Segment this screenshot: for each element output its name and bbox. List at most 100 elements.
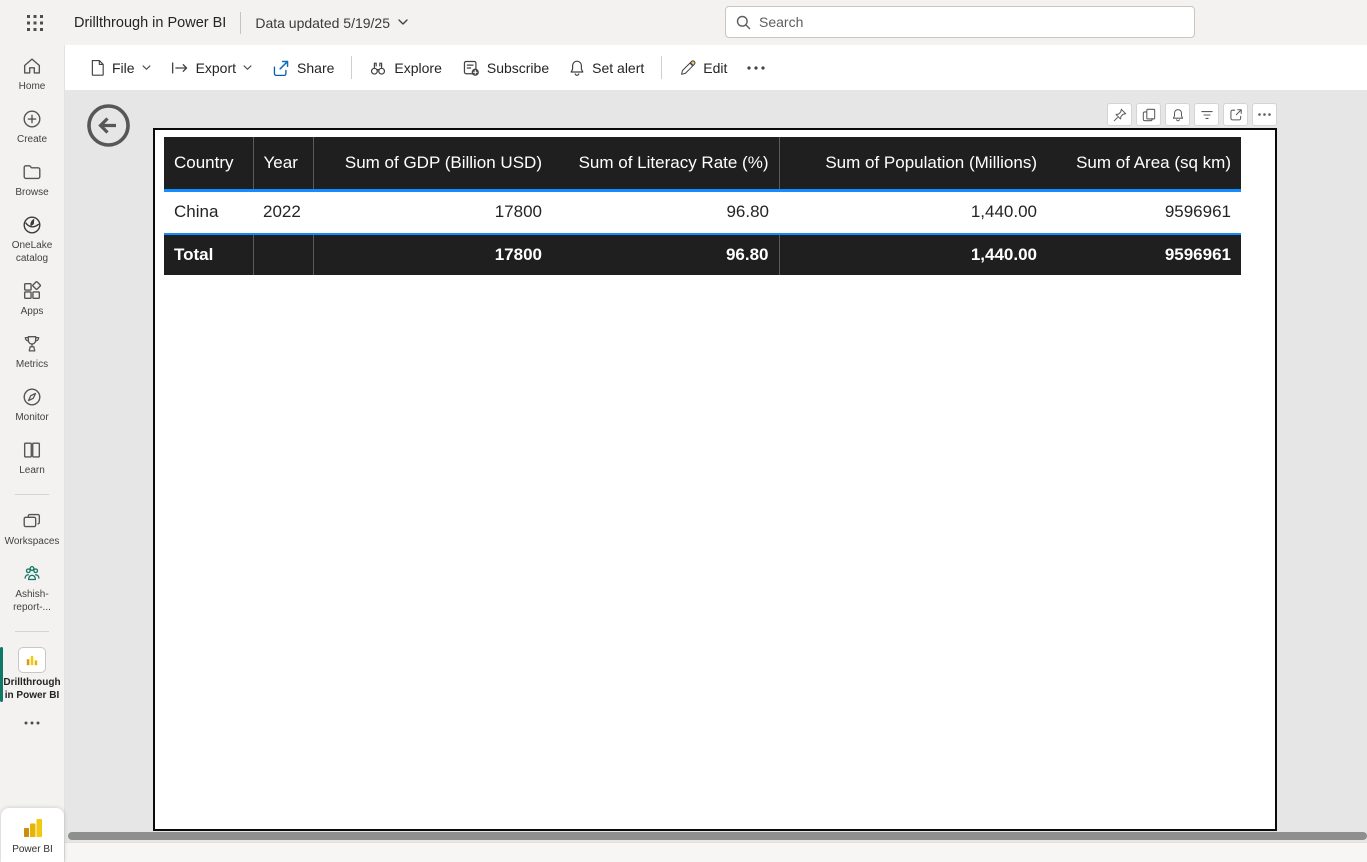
- chevron-down-icon: [243, 65, 252, 71]
- cell-literacy[interactable]: 96.80: [552, 190, 779, 234]
- sidebar-item-workspaces[interactable]: Workspaces: [0, 510, 65, 548]
- topbar-divider: [240, 12, 241, 34]
- sidebar-label: Workspaces: [3, 535, 61, 548]
- chevron-down-icon: [398, 19, 408, 26]
- share-button[interactable]: Share: [262, 51, 344, 85]
- sidebar-label: Create: [3, 133, 61, 146]
- edit-pencil-icon: [679, 59, 696, 76]
- column-header-country[interactable]: Country: [164, 137, 253, 190]
- report-title: Drillthrough in Power BI: [74, 15, 226, 31]
- subscribe-button[interactable]: Subscribe: [452, 51, 559, 85]
- cell-year[interactable]: 2022: [253, 190, 313, 234]
- cell-gdp[interactable]: 17800: [313, 190, 552, 234]
- share-label: Share: [297, 60, 334, 76]
- bell-icon: [569, 59, 585, 77]
- sidebar-item-apps[interactable]: Apps: [0, 280, 65, 318]
- power-bi-app: Drillthrough in Power BI Data updated 5/…: [0, 0, 1367, 862]
- sidebar-item-drillthrough-report[interactable]: Drillthrough in Power BI: [0, 647, 65, 702]
- cell-area[interactable]: 9596961: [1047, 190, 1241, 234]
- cell-country[interactable]: China: [164, 190, 253, 234]
- edit-label: Edit: [703, 60, 727, 76]
- app-launcher-icon[interactable]: [24, 12, 46, 34]
- toolbar-more-button[interactable]: [737, 51, 775, 85]
- sidebar-item-home[interactable]: Home: [0, 55, 65, 93]
- home-icon: [21, 55, 43, 77]
- total-gdp: 17800: [313, 234, 552, 275]
- export-label: Export: [196, 60, 236, 76]
- focus-mode-button[interactable]: [1223, 103, 1248, 126]
- table-row[interactable]: China 2022 17800 96.80 1,440.00 9596961: [164, 190, 1241, 234]
- sidebar-item-onelake-catalog[interactable]: OneLake catalog: [0, 214, 65, 265]
- column-header-year[interactable]: Year: [253, 137, 313, 190]
- data-updated-dropdown[interactable]: Data updated 5/19/25: [255, 15, 408, 31]
- toolbar-divider: [661, 56, 662, 79]
- sidebar-more-button[interactable]: [24, 721, 40, 725]
- bottom-strip: [65, 842, 1367, 862]
- subscribe-label: Subscribe: [487, 60, 549, 76]
- trophy-icon: [21, 333, 43, 355]
- horizontal-scrollbar[interactable]: [68, 832, 1367, 840]
- copy-icon: [1142, 108, 1156, 122]
- file-icon: [89, 59, 105, 76]
- file-menu-button[interactable]: File: [79, 51, 161, 85]
- alert-visual-button[interactable]: [1165, 103, 1190, 126]
- copy-visual-button[interactable]: [1136, 103, 1161, 126]
- toolbar-divider: [351, 56, 352, 79]
- report-area: Country Year Sum of GDP (Billion USD) Su…: [65, 90, 1367, 862]
- sidebar-label: OneLake catalog: [3, 239, 61, 265]
- report-canvas: Country Year Sum of GDP (Billion USD) Su…: [153, 128, 1277, 831]
- filter-visual-button[interactable]: [1194, 103, 1219, 126]
- sidebar-item-browse[interactable]: Browse: [0, 161, 65, 199]
- data-updated-label: Data updated 5/19/25: [255, 15, 390, 31]
- export-menu-button[interactable]: Export: [161, 51, 262, 85]
- sidebar-divider: [15, 494, 49, 495]
- top-bar: Drillthrough in Power BI Data updated 5/…: [0, 0, 1367, 45]
- export-icon: [171, 61, 189, 75]
- back-button[interactable]: [85, 102, 132, 149]
- sidebar-label: Home: [3, 80, 61, 93]
- explore-button[interactable]: Explore: [359, 51, 451, 85]
- sidebar-item-monitor[interactable]: Monitor: [0, 386, 65, 424]
- more-icon: [747, 66, 765, 70]
- chevron-down-icon: [142, 65, 151, 71]
- filter-icon: [1200, 109, 1214, 121]
- pin-visual-button[interactable]: [1107, 103, 1132, 126]
- sidebar-item-ashish-report[interactable]: Ashish-report-...: [0, 563, 65, 614]
- edit-button[interactable]: Edit: [669, 51, 737, 85]
- sidebar-divider: [15, 631, 49, 632]
- back-arrow-icon: [85, 102, 132, 149]
- set-alert-label: Set alert: [592, 60, 644, 76]
- sidebar-item-metrics[interactable]: Metrics: [0, 333, 65, 371]
- bar-chart-icon: [24, 652, 40, 668]
- report-toolbar: File Export Share Explore Subscribe Set …: [65, 45, 1367, 90]
- cell-population[interactable]: 1,440.00: [779, 190, 1047, 234]
- book-icon: [21, 439, 43, 461]
- column-header-literacy[interactable]: Sum of Literacy Rate (%): [552, 137, 779, 190]
- sidebar-label: Monitor: [3, 411, 61, 424]
- sidebar-item-create[interactable]: Create: [0, 108, 65, 146]
- visual-more-options-button[interactable]: [1252, 103, 1277, 126]
- sidebar-label: Browse: [3, 186, 61, 199]
- data-table[interactable]: Country Year Sum of GDP (Billion USD) Su…: [164, 137, 1241, 275]
- report-icon-box: [18, 647, 46, 673]
- column-header-gdp[interactable]: Sum of GDP (Billion USD): [313, 137, 552, 190]
- search-box[interactable]: [725, 6, 1195, 38]
- compass-icon: [21, 386, 43, 408]
- power-bi-label: Power BI: [12, 844, 53, 855]
- left-nav-sidebar: Home Create Browse OneLake catalog Apps …: [0, 45, 65, 862]
- column-header-population[interactable]: Sum of Population (Millions): [779, 137, 1047, 190]
- total-year: [253, 234, 313, 275]
- visual-hover-toolbar: [1107, 103, 1277, 126]
- sidebar-label: Learn: [3, 464, 61, 477]
- sidebar-label: Drillthrough in Power BI: [3, 676, 61, 702]
- column-header-area[interactable]: Sum of Area (sq km): [1047, 137, 1241, 190]
- search-input[interactable]: [759, 14, 1184, 30]
- explore-label: Explore: [394, 60, 441, 76]
- power-bi-footer[interactable]: Power BI: [1, 808, 64, 862]
- file-label: File: [112, 60, 135, 76]
- apps-icon: [21, 280, 43, 302]
- workspaces-icon: [21, 510, 43, 532]
- sidebar-item-learn[interactable]: Learn: [0, 439, 65, 477]
- set-alert-button[interactable]: Set alert: [559, 51, 654, 85]
- plus-circle-icon: [21, 108, 43, 130]
